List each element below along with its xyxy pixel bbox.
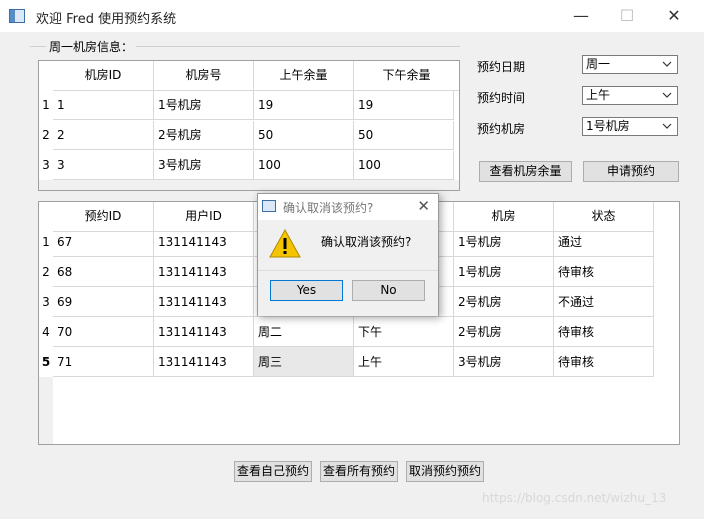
view-rooms-button[interactable]: 查看机房余量 xyxy=(479,161,572,182)
no-button[interactable]: No xyxy=(352,280,425,301)
room-header-pm[interactable]: 下午余量 xyxy=(354,61,459,91)
warning-icon xyxy=(269,228,301,258)
order-cell[interactable]: 70 xyxy=(53,317,154,347)
dialog-title-bar: 确认取消该预约? ✕ xyxy=(258,194,438,220)
time-label: 预约时间 xyxy=(477,91,526,105)
room-table-empty-area xyxy=(39,180,459,190)
cancel-order-button[interactable]: 取消预约预约 xyxy=(406,461,484,482)
order-cell-selected[interactable]: 周三 xyxy=(254,347,354,377)
room-combo-value: 1号机房 xyxy=(586,119,630,133)
date-label: 预约日期 xyxy=(477,60,526,74)
room-cell[interactable]: 19 xyxy=(254,91,354,120)
order-row-number[interactable]: 2 xyxy=(39,257,53,287)
minimize-button[interactable]: — xyxy=(558,0,604,32)
time-combo-value: 上午 xyxy=(586,88,611,102)
order-cell[interactable]: 2号机房 xyxy=(454,317,554,347)
apply-button[interactable]: 申请预约 xyxy=(583,161,679,182)
title-bar: 欢迎 Fred 使用预约系统 — ☐ ✕ xyxy=(0,0,704,32)
room-cell[interactable]: 1 xyxy=(53,91,154,120)
room-cell[interactable]: 1号机房 xyxy=(154,91,254,120)
order-cell[interactable]: 通过 xyxy=(554,227,654,257)
room-label: 预约机房 xyxy=(477,122,526,136)
order-cell[interactable]: 131141143 xyxy=(154,287,254,317)
time-combo[interactable]: 上午 xyxy=(582,86,678,105)
room-cell[interactable]: 2号机房 xyxy=(154,121,254,150)
order-cell[interactable]: 2号机房 xyxy=(454,287,554,317)
room-combo[interactable]: 1号机房 xyxy=(582,117,678,136)
order-row-number[interactable]: 3 xyxy=(39,287,53,317)
order-row-number[interactable]: 1 xyxy=(39,227,53,257)
order-cell[interactable]: 131141143 xyxy=(154,347,254,377)
chevron-down-icon xyxy=(662,123,672,129)
dialog-close-icon[interactable]: ✕ xyxy=(417,197,430,215)
room-cell[interactable]: 2 xyxy=(53,121,154,150)
order-cell[interactable]: 周二 xyxy=(254,317,354,347)
chevron-down-icon xyxy=(662,92,672,98)
order-cell[interactable]: 待审核 xyxy=(554,317,654,347)
order-row-number[interactable]: 4 xyxy=(39,317,53,347)
confirm-dialog: 确认取消该预约? ✕ 确认取消该预约? Yes No xyxy=(257,193,439,316)
room-group-label: 周一机房信息： xyxy=(46,38,137,55)
room-cell[interactable]: 50 xyxy=(354,121,454,150)
order-cell[interactable]: 131141143 xyxy=(154,257,254,287)
maximize-button[interactable]: ☐ xyxy=(604,0,650,32)
room-cell[interactable]: 50 xyxy=(254,121,354,150)
order-cell[interactable]: 1号机房 xyxy=(454,257,554,287)
dialog-footer: Yes No xyxy=(258,270,438,316)
room-cell[interactable]: 3号机房 xyxy=(154,151,254,180)
room-header-am[interactable]: 上午余量 xyxy=(254,61,354,91)
room-cell[interactable]: 3 xyxy=(53,151,154,180)
room-row-number[interactable]: 1 xyxy=(39,91,53,120)
room-cell[interactable]: 19 xyxy=(354,91,454,120)
yes-button[interactable]: Yes xyxy=(270,280,343,301)
room-row-number[interactable]: 2 xyxy=(39,121,53,150)
dialog-title: 确认取消该预约? xyxy=(283,201,374,215)
order-row-number-current[interactable]: 5 xyxy=(39,347,53,377)
order-row-header-empty xyxy=(39,377,53,444)
chevron-down-icon xyxy=(662,61,672,67)
room-header-id[interactable]: 机房ID xyxy=(53,61,154,91)
dialog-app-icon xyxy=(262,200,276,212)
window-title: 欢迎 Fred 使用预约系统 xyxy=(36,12,177,27)
date-combo-value: 周一 xyxy=(586,57,611,71)
my-orders-button[interactable]: 查看自己预约 xyxy=(234,461,312,482)
close-button[interactable]: ✕ xyxy=(651,0,697,32)
order-cell[interactable]: 69 xyxy=(53,287,154,317)
order-cell[interactable]: 不通过 xyxy=(554,287,654,317)
room-table[interactable]: 机房ID 机房号 上午余量 下午余量 1 2 3 1 1号机房 19 19 2 … xyxy=(38,60,460,191)
main-window: 欢迎 Fred 使用预约系统 — ☐ ✕ 周一机房信息： 机房ID 机房号 上午… xyxy=(0,0,704,519)
room-cell[interactable]: 100 xyxy=(254,151,354,180)
order-cell[interactable]: 131141143 xyxy=(154,317,254,347)
date-combo[interactable]: 周一 xyxy=(582,55,678,74)
order-cell[interactable]: 71 xyxy=(53,347,154,377)
room-cell[interactable]: 100 xyxy=(354,151,454,180)
order-cell[interactable]: 1号机房 xyxy=(454,227,554,257)
dialog-message: 确认取消该预约? xyxy=(321,235,412,249)
order-cell[interactable]: 待审核 xyxy=(554,257,654,287)
order-cell[interactable]: 待审核 xyxy=(554,347,654,377)
watermark-text: https://blog.csdn.net/wizhu_13 xyxy=(482,491,667,505)
room-header-name[interactable]: 机房号 xyxy=(154,61,254,91)
order-cell[interactable]: 上午 xyxy=(354,347,454,377)
order-cell[interactable]: 下午 xyxy=(354,317,454,347)
order-cell[interactable]: 68 xyxy=(53,257,154,287)
order-cell[interactable]: 67 xyxy=(53,227,154,257)
all-orders-button[interactable]: 查看所有预约 xyxy=(320,461,398,482)
app-icon xyxy=(9,9,25,23)
order-cell[interactable]: 3号机房 xyxy=(454,347,554,377)
room-row-number[interactable]: 3 xyxy=(39,151,53,180)
order-cell[interactable]: 131141143 xyxy=(154,227,254,257)
